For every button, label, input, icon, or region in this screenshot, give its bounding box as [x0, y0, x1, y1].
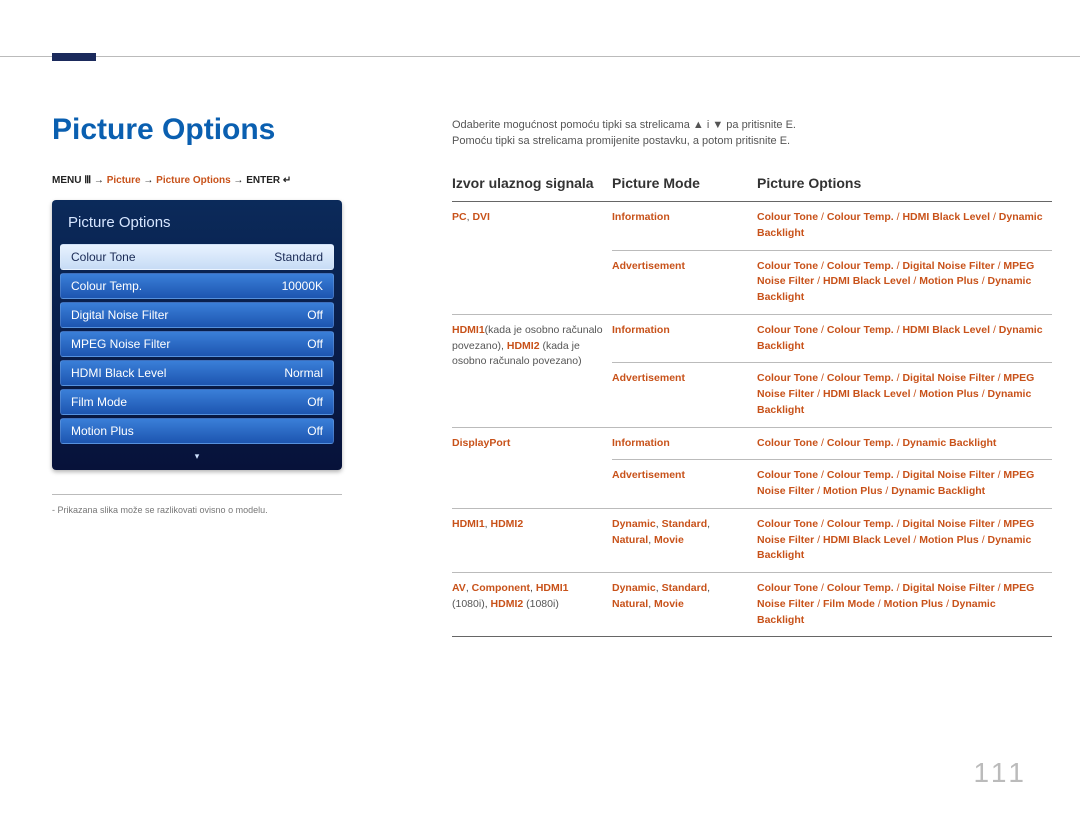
osd-row-value: Off — [307, 424, 323, 438]
options-table: Izvor ulaznog signala Picture Mode Pictu… — [452, 169, 1052, 637]
menu-icon: Ⅲ — [84, 175, 91, 186]
cell-options: Colour Tone / Colour Temp. / Digital Noi… — [757, 508, 1052, 572]
table-row: AV, Component, HDMI1 (1080i), HDMI2 (108… — [452, 573, 1052, 637]
breadcrumb: MENU Ⅲ → Picture → Picture Options → ENT… — [52, 175, 402, 186]
footnote-text: - Prikazana slika može se razlikovati ov… — [52, 505, 342, 515]
cell-source: HDMI1(kada je osobno računalo povezano),… — [452, 314, 612, 427]
osd-row-label: HDMI Black Level — [71, 366, 166, 380]
cell-options: Colour Tone / Colour Temp. / HDMI Black … — [757, 314, 1052, 363]
osd-row-label: MPEG Noise Filter — [71, 337, 170, 351]
cell-options: Colour Tone / Colour Temp. / Digital Noi… — [757, 250, 1052, 314]
cell-mode: Information — [612, 202, 757, 251]
cell-mode: Information — [612, 427, 757, 460]
osd-row[interactable]: Digital Noise Filter Off — [60, 302, 334, 328]
corner-accent — [52, 53, 96, 61]
osd-panel: Picture Options Colour ToneStandardColou… — [52, 200, 342, 470]
cell-mode: Dynamic, Standard, Natural, Movie — [612, 508, 757, 572]
cell-source: HDMI1, HDMI2 — [452, 508, 612, 572]
left-column: Picture Options MENU Ⅲ → Picture → Pictu… — [52, 113, 402, 515]
cell-mode: Advertisement — [612, 460, 757, 509]
osd-row-value: Off — [307, 395, 323, 409]
breadcrumb-picture: Picture — [107, 175, 141, 186]
page-title: Picture Options — [52, 113, 402, 147]
footnote-divider — [52, 494, 342, 495]
osd-row[interactable]: Motion Plus Off — [60, 418, 334, 444]
cell-options: Colour Tone / Colour Temp. / Digital Noi… — [757, 460, 1052, 509]
osd-row-value: Off — [307, 308, 323, 322]
osd-row[interactable]: Colour Temp. 10000K — [60, 273, 334, 299]
osd-row-label: Motion Plus — [71, 424, 134, 438]
table-row: HDMI1, HDMI2Dynamic, Standard, Natural, … — [452, 508, 1052, 572]
enter-icon: ↵ — [283, 175, 291, 186]
chevron-down-icon[interactable]: ▾ — [60, 447, 334, 462]
right-column: Odaberite mogućnost pomoću tipki sa stre… — [452, 113, 1028, 637]
cell-mode: Advertisement — [612, 363, 757, 427]
table-header-options: Picture Options — [757, 169, 1052, 202]
cell-mode: Information — [612, 314, 757, 363]
cell-options: Colour Tone / Colour Temp. / Digital Noi… — [757, 573, 1052, 637]
cell-options: Colour Tone / Colour Temp. / Dynamic Bac… — [757, 427, 1052, 460]
osd-row-value: Standard — [274, 250, 323, 264]
page-number: 111 — [973, 757, 1028, 789]
osd-row[interactable]: Colour Tone Standard — [60, 244, 334, 270]
cell-options: Colour Tone / Colour Temp. / Digital Noi… — [757, 363, 1052, 427]
osd-row-value: Normal — [284, 366, 323, 380]
cell-source: DisplayPort — [452, 427, 612, 508]
osd-row-value: Off — [307, 337, 323, 351]
cell-mode: Dynamic, Standard, Natural, Movie — [612, 573, 757, 637]
table-header-source: Izvor ulaznog signala — [452, 169, 612, 202]
breadcrumb-enter: ENTER — [246, 175, 280, 186]
osd-row-label: Film Mode — [71, 395, 127, 409]
osd-row[interactable]: HDMI Black Level Normal — [60, 360, 334, 386]
arrow-icon: → — [143, 175, 153, 186]
cell-source: PC, DVI — [452, 202, 612, 315]
osd-row-label: Digital Noise Filter — [71, 308, 168, 322]
table-row: PC, DVIInformationColour Tone / Colour T… — [452, 202, 1052, 251]
table-row: HDMI1(kada je osobno računalo povezano),… — [452, 314, 1052, 363]
cell-mode: Advertisement — [612, 250, 757, 314]
cell-options: Colour Tone / Colour Temp. / HDMI Black … — [757, 202, 1052, 251]
osd-row-label: Colour Temp. — [71, 279, 142, 293]
osd-title: Picture Options — [60, 208, 334, 241]
breadcrumb-menu: MENU — [52, 175, 81, 186]
cell-source: AV, Component, HDMI1 (1080i), HDMI2 (108… — [452, 573, 612, 637]
osd-row[interactable]: MPEG Noise Filter Off — [60, 331, 334, 357]
table-row: DisplayPortInformationColour Tone / Colo… — [452, 427, 1052, 460]
osd-row-value: 10000K — [282, 279, 323, 293]
breadcrumb-picture-options: Picture Options — [156, 175, 230, 186]
osd-row[interactable]: Film Mode Off — [60, 389, 334, 415]
table-header-mode: Picture Mode — [612, 169, 757, 202]
osd-row-label: Colour Tone — [71, 250, 136, 264]
arrow-icon: → — [233, 175, 243, 186]
page-content: Picture Options MENU Ⅲ → Picture → Pictu… — [0, 56, 1080, 637]
description-line-2: Pomoću tipki sa strelicama promijenite p… — [452, 135, 1028, 147]
description-line-1: Odaberite mogućnost pomoću tipki sa stre… — [452, 119, 1028, 131]
arrow-icon: → — [94, 175, 104, 186]
